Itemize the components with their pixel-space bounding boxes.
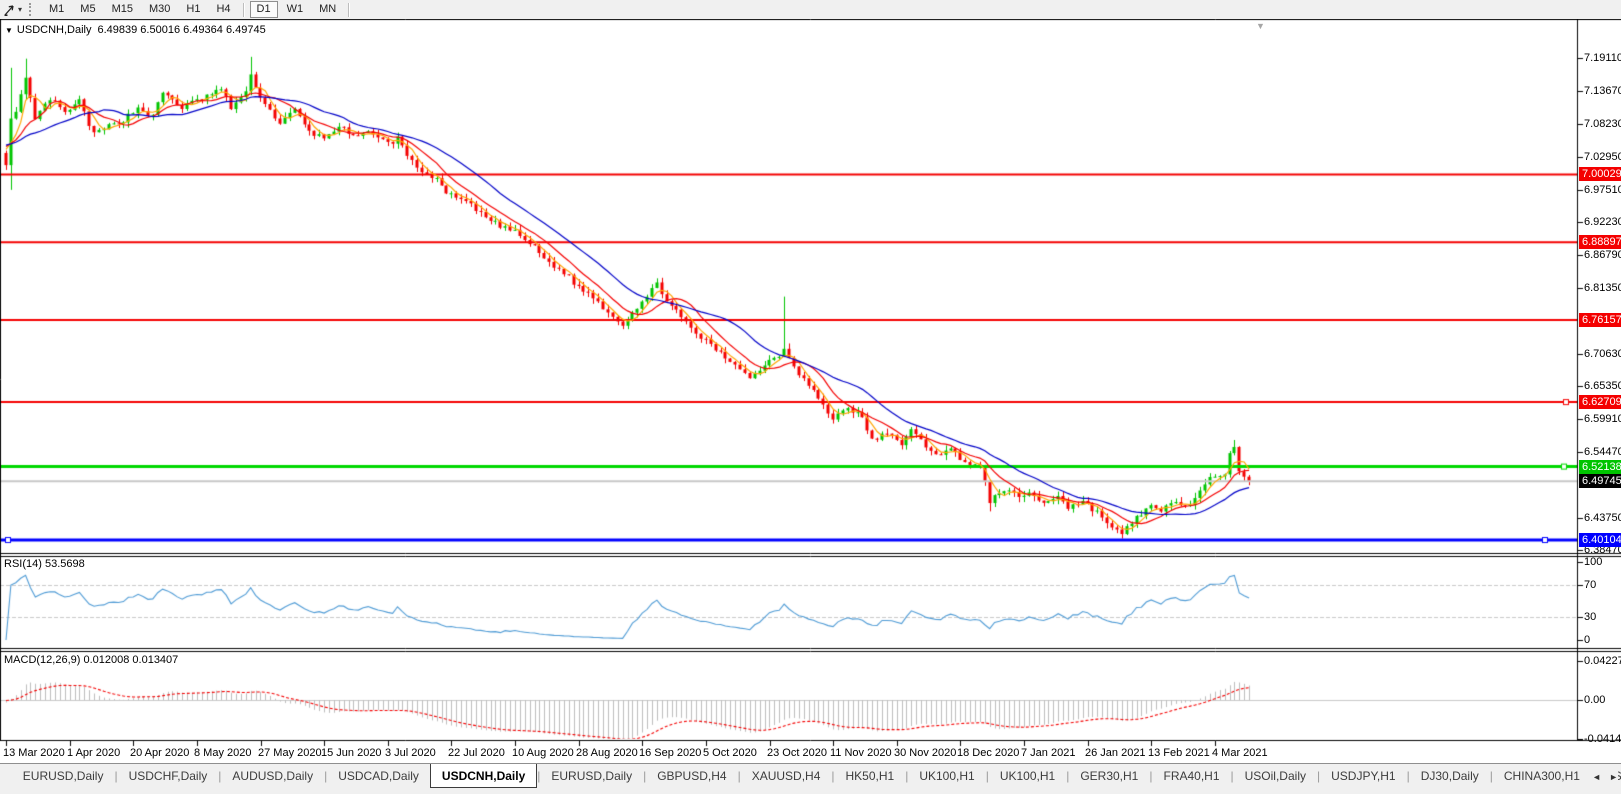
tab-uk100-h1[interactable]: UK100,H1 bbox=[989, 764, 1066, 788]
price-tick-label: 6.59910 bbox=[1584, 413, 1621, 425]
timeframe-button-h4[interactable]: H4 bbox=[209, 1, 237, 18]
level-price-label: 6.40104 bbox=[1579, 533, 1621, 547]
tab-bar-lead bbox=[0, 764, 12, 788]
date-tick-label: 10 Aug 2020 bbox=[512, 747, 574, 759]
price-tick-label: 6.86790 bbox=[1584, 249, 1621, 261]
tab-scroll-right-icon[interactable]: ► bbox=[1609, 772, 1618, 782]
date-tick-label: 13 Mar 2020 bbox=[3, 747, 65, 759]
macd-tick-label: 0.042275 bbox=[1584, 655, 1621, 667]
timeframe-button-m5[interactable]: M5 bbox=[73, 1, 102, 18]
level-price-label: 6.76157 bbox=[1579, 313, 1621, 327]
price-chart-canvas[interactable] bbox=[0, 19, 1621, 747]
level-price-label: 6.52138 bbox=[1579, 460, 1621, 474]
tab-ger30-h1[interactable]: GER30,H1 bbox=[1069, 764, 1149, 788]
toolbar-separator bbox=[348, 2, 351, 17]
chart-window: ▼ USDCNH,Daily 6.49839 6.50016 6.49364 6.4… bbox=[0, 19, 1621, 763]
rsi-indicator-label: RSI(14) 53.5698 bbox=[4, 558, 85, 570]
date-tick-label: 26 Jan 2021 bbox=[1085, 747, 1146, 759]
date-tick-label: 22 Jul 2020 bbox=[448, 747, 505, 759]
tab-usdjpy-h1[interactable]: USDJPY,H1 bbox=[1320, 764, 1406, 788]
chart-title: ▼ USDCNH,Daily 6.49839 6.50016 6.49364 6.4… bbox=[5, 24, 266, 36]
tab-usoil-daily[interactable]: USOil,Daily bbox=[1234, 764, 1317, 788]
chevron-down-icon: ▾ bbox=[18, 5, 23, 14]
macd-indicator-label: MACD(12,26,9) 0.012008 0.013407 bbox=[4, 654, 179, 666]
date-tick-label: 16 Sep 2020 bbox=[639, 747, 702, 759]
tab-scroll-left-icon[interactable]: ◄ bbox=[1592, 772, 1601, 782]
level-price-label: 6.88897 bbox=[1579, 235, 1621, 249]
tab-bar: EURUSD,Daily | USDCHF,Daily | AUDUSD,Daily | U… bbox=[0, 763, 1621, 789]
chart-tabs: EURUSD,Daily | USDCHF,Daily | AUDUSD,Daily | U… bbox=[12, 764, 1621, 788]
price-tick-label: 6.70630 bbox=[1584, 348, 1621, 360]
chart-title-symbol: USDCNH,Daily bbox=[16, 24, 92, 36]
tab-uk100-h1[interactable]: UK100,H1 bbox=[908, 764, 985, 788]
current-price-label: 6.49745 bbox=[1579, 474, 1621, 488]
timeframe-toolbar: ▾ M1 M5 M15 M30 H1 H4 D1 W1 MN bbox=[0, 0, 1621, 20]
price-tick-label: 6.97510 bbox=[1584, 184, 1621, 196]
date-tick-label: 30 Nov 2020 bbox=[894, 747, 957, 759]
timeframe-button-m15[interactable]: M15 bbox=[105, 1, 140, 18]
tab-fra40-h1[interactable]: FRA40,H1 bbox=[1152, 764, 1230, 788]
timeframe-button-mn[interactable]: MN bbox=[312, 1, 343, 18]
date-tick-label: 5 Oct 2020 bbox=[703, 747, 757, 759]
timeframe-button-m1[interactable]: M1 bbox=[42, 1, 71, 18]
timeframe-button-h1[interactable]: H1 bbox=[179, 1, 207, 18]
price-tick-label: 7.08230 bbox=[1584, 118, 1621, 130]
toolbar-separator bbox=[242, 2, 245, 17]
date-tick-label: 11 Nov 2020 bbox=[830, 747, 892, 759]
rsi-tick-label: 70 bbox=[1584, 579, 1597, 591]
date-tick-label: 18 Dec 2020 bbox=[957, 747, 1020, 759]
price-tick-label: 6.81350 bbox=[1584, 282, 1621, 294]
tab-hk50-h1[interactable]: HK50,H1 bbox=[835, 764, 906, 788]
date-tick-label: 27 May 2020 bbox=[258, 747, 322, 759]
tab-scroll-arrows: ◄ ► bbox=[1586, 764, 1618, 789]
tab-gbpusd-h4[interactable]: GBPUSD,H4 bbox=[646, 764, 737, 788]
price-tick-label: 6.54470 bbox=[1584, 446, 1621, 458]
price-tick-label: 7.13670 bbox=[1584, 85, 1621, 97]
price-tick-label: 6.65350 bbox=[1584, 380, 1621, 392]
date-tick-label: 15 Jun 2020 bbox=[321, 747, 382, 759]
date-tick-label: 1 Apr 2020 bbox=[67, 747, 121, 759]
tab-eurusd-daily[interactable]: EURUSD,Daily bbox=[540, 764, 643, 788]
tab-usdchf-daily[interactable]: USDCHF,Daily bbox=[118, 764, 219, 788]
price-tick-label: 6.43750 bbox=[1584, 512, 1621, 524]
timeframe-button-d1[interactable]: D1 bbox=[249, 1, 278, 18]
rsi-tick-label: 100 bbox=[1584, 556, 1603, 568]
tab-usdcad-daily[interactable]: USDCAD,Daily bbox=[327, 764, 430, 788]
tab-china300-h1[interactable]: CHINA300,H1 bbox=[1493, 764, 1591, 788]
timeframe-buttons: M1 M5 M15 M30 H1 H4 D1 W1 MN bbox=[41, 1, 354, 18]
level-price-label: 7.00029 bbox=[1579, 167, 1621, 181]
chart-title-ohlc: 6.49839 6.50016 6.49364 6.49745 bbox=[97, 24, 266, 36]
timeframe-button-w1[interactable]: W1 bbox=[280, 1, 311, 18]
level-price-label: 6.62709 bbox=[1579, 395, 1621, 409]
rsi-tick-label: 0 bbox=[1584, 634, 1591, 646]
tab-usdcnh-daily[interactable]: USDCNH,Daily bbox=[429, 764, 538, 788]
tab-xauusd-h4[interactable]: XAUUSD,H4 bbox=[741, 764, 832, 788]
date-tick-label: 20 Apr 2020 bbox=[130, 747, 190, 759]
date-tick-label: 8 May 2020 bbox=[194, 747, 252, 759]
date-tick-label: 7 Jan 2021 bbox=[1021, 747, 1076, 759]
macd-tick-label: 0.00 bbox=[1584, 694, 1606, 706]
price-tick-label: 7.02950 bbox=[1584, 151, 1621, 163]
price-tick-label: 6.92230 bbox=[1584, 216, 1621, 228]
tab-dj30-daily[interactable]: DJ30,Daily bbox=[1410, 764, 1490, 788]
toolbar-drag-handle[interactable] bbox=[29, 3, 35, 16]
chart-cursor-icon bbox=[3, 3, 17, 17]
date-tick-label: 23 Oct 2020 bbox=[767, 747, 827, 759]
macd-tick-label: -0.04148 bbox=[1584, 733, 1621, 745]
date-tick-label: 3 Jul 2020 bbox=[385, 747, 436, 759]
date-tick-label: 13 Feb 2021 bbox=[1148, 747, 1210, 759]
timeframe-button-m30[interactable]: M30 bbox=[142, 1, 177, 18]
chart-shift-marker[interactable]: ▼ bbox=[1256, 21, 1265, 31]
date-tick-label: 4 Mar 2021 bbox=[1212, 747, 1268, 759]
rsi-tick-label: 30 bbox=[1584, 611, 1597, 623]
chart-collapse-icon[interactable]: ▼ bbox=[5, 26, 13, 35]
date-tick-label: 28 Aug 2020 bbox=[576, 747, 638, 759]
tab-audusd-daily[interactable]: AUDUSD,Daily bbox=[221, 764, 324, 788]
price-tick-label: 7.19110 bbox=[1584, 52, 1621, 64]
chart-tool-button[interactable]: ▾ bbox=[3, 3, 25, 17]
tab-eurusd-daily[interactable]: EURUSD,Daily bbox=[12, 764, 115, 788]
